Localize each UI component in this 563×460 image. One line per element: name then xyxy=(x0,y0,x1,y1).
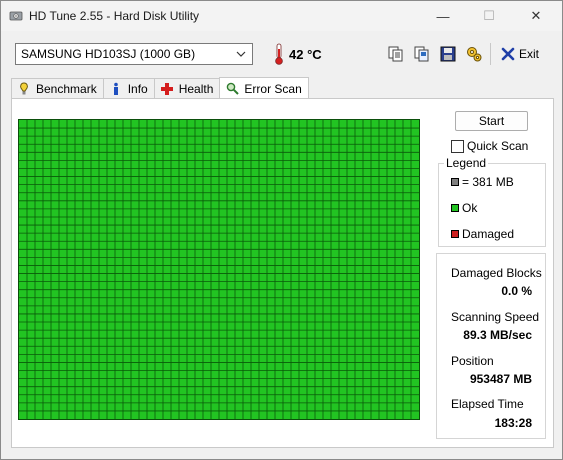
scanning-speed-value: 89.3 MB/sec xyxy=(463,328,532,342)
save-icon xyxy=(440,46,456,62)
exit-icon xyxy=(501,47,515,61)
tab-strip: Benchmark Info Health Error Scan xyxy=(11,77,309,99)
tab-health-label: Health xyxy=(178,82,214,96)
copy-info-button[interactable] xyxy=(385,43,407,65)
damaged-blocks-value: 0.0 % xyxy=(501,284,532,298)
scan-stats-group xyxy=(436,253,546,439)
tab-health[interactable]: Health xyxy=(153,78,221,99)
scan-block-map xyxy=(18,119,420,420)
chevron-down-icon xyxy=(236,51,246,57)
tab-info-label: Info xyxy=(127,82,148,96)
hd-tune-app-icon xyxy=(9,11,23,21)
health-icon xyxy=(160,82,174,96)
elapsed-time-value: 183:28 xyxy=(494,416,532,430)
window-title: HD Tune 2.55 - Hard Disk Utility xyxy=(29,9,200,23)
tab-benchmark-label: Benchmark xyxy=(36,82,97,96)
copy-screen-button[interactable] xyxy=(411,43,433,65)
scan-block-grid xyxy=(19,120,419,419)
tab-benchmark[interactable]: Benchmark xyxy=(11,78,104,99)
benchmark-icon xyxy=(17,82,31,96)
copy-screen-icon xyxy=(414,46,429,62)
tab-info[interactable]: Info xyxy=(102,78,155,99)
legend-label-block-size: = 381 MB xyxy=(462,175,514,189)
temperature-value: 42 °C xyxy=(289,47,322,62)
legend-item-damaged: Damaged xyxy=(451,227,514,241)
app-window: HD Tune 2.55 - Hard Disk Utility — ☐ ✕ S… xyxy=(0,0,563,460)
drive-select-value: SAMSUNG HD103SJ (1000 GB) xyxy=(21,47,196,61)
save-button[interactable] xyxy=(437,43,459,65)
tab-error-scan-label: Error Scan xyxy=(244,81,302,96)
maximize-button[interactable]: ☐ xyxy=(466,1,512,31)
info-icon xyxy=(109,82,123,96)
legend-swatch-block xyxy=(451,178,459,186)
scanning-speed-label: Scanning Speed xyxy=(451,310,540,324)
quick-scan-option[interactable]: Quick Scan xyxy=(451,139,528,153)
legend-item-ok: Ok xyxy=(451,201,477,215)
legend-swatch-damaged xyxy=(451,230,459,238)
quick-scan-checkbox[interactable] xyxy=(451,139,464,153)
legend-label-ok: Ok xyxy=(462,201,478,215)
title-bar: HD Tune 2.55 - Hard Disk Utility — ☐ ✕ xyxy=(1,1,562,31)
minimize-button[interactable]: — xyxy=(420,1,466,31)
options-icon xyxy=(467,47,482,62)
legend-item-block-size: = 381 MB xyxy=(451,175,514,189)
position-value: 953487 MB xyxy=(469,372,532,386)
drive-select[interactable]: SAMSUNG HD103SJ (1000 GB) xyxy=(15,43,253,65)
options-button[interactable] xyxy=(463,43,485,65)
tab-error-scan[interactable]: Error Scan xyxy=(219,77,309,99)
copy-info-icon xyxy=(388,46,403,62)
legend-label-damaged: Damaged xyxy=(462,227,515,241)
magnifier-icon xyxy=(225,82,239,96)
damaged-blocks-label: Damaged Blocks xyxy=(451,266,542,280)
start-button[interactable]: Start xyxy=(455,111,528,131)
exit-label: Exit xyxy=(519,47,540,61)
quick-scan-label: Quick Scan xyxy=(467,139,529,153)
thermometer-icon xyxy=(275,43,283,65)
close-button[interactable]: ✕ xyxy=(513,1,559,31)
toolbar-separator xyxy=(490,43,491,65)
exit-button[interactable]: Exit xyxy=(501,43,539,65)
elapsed-time-label: Elapsed Time xyxy=(451,397,524,411)
legend-title: Legend xyxy=(444,156,489,170)
legend-swatch-ok xyxy=(451,204,459,212)
position-label: Position xyxy=(451,354,494,368)
